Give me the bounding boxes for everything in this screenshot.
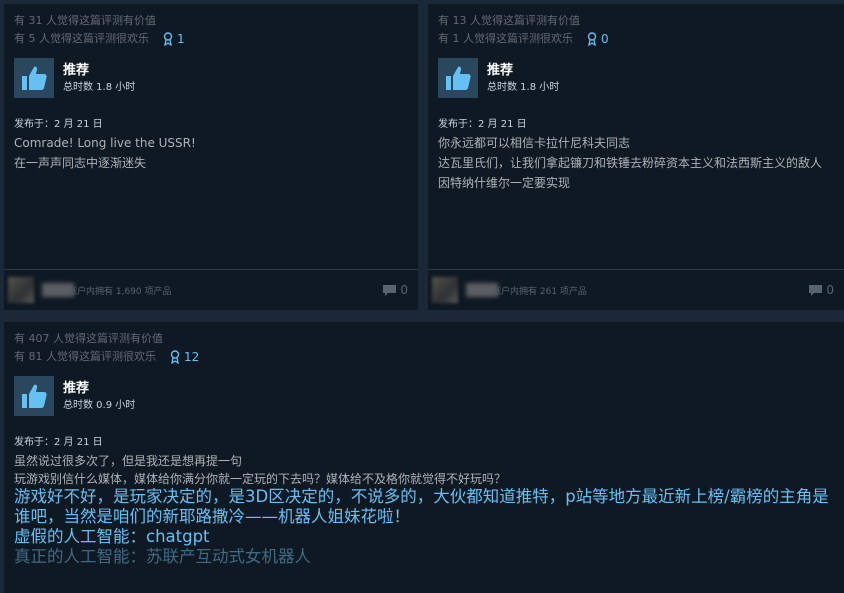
comment-count: 0: [826, 283, 834, 297]
review-card: 有 13 人觉得这篇评测有价值 有 1 人觉得这篇评测很欢乐 0 推荐 总时数 …: [428, 4, 844, 310]
thumbs-up-icon: [22, 66, 47, 90]
recommend-label[interactable]: 推荐: [63, 379, 135, 398]
comment-count: 0: [400, 283, 408, 297]
funny-count: 有 81 人觉得这篇评测很欢乐: [14, 350, 156, 363]
award-ribbon-icon: [163, 32, 173, 46]
review-card: 有 407 人觉得这篇评测有价值 有 81 人觉得这篇评测很欢乐 12 推荐 总…: [4, 322, 844, 593]
award-count: 0: [601, 32, 609, 46]
posted-date: 发布于：2 月 21 日: [438, 119, 527, 130]
reviewer-name[interactable]: [466, 283, 498, 297]
review-line: 在一声声同志中逐渐迷失: [14, 156, 147, 170]
review-highlight-faded: 真正的人工智能：苏联产互动式女机器人: [14, 547, 311, 566]
review-line: 虽然说过很多次了，但是我还是想再提一句: [14, 454, 243, 468]
review-highlight: 虚假的人工智能：chatgpt: [14, 527, 210, 546]
review-body: Comrade! Long live the USSR! 在一声声同志中逐渐迷失: [14, 133, 418, 173]
review-line: 因特纳什维尔一定要实现: [438, 176, 571, 190]
award-button[interactable]: 12: [170, 350, 199, 364]
posted-date: 发布于：2 月 21 日: [14, 119, 103, 130]
comment-bubble-icon: [383, 284, 397, 296]
thumbs-up-icon: [22, 384, 47, 408]
award-button[interactable]: 1: [163, 32, 185, 46]
reviewer-name[interactable]: [42, 283, 74, 297]
avatar[interactable]: [432, 277, 458, 303]
helpful-count: 有 31 人觉得这篇评测有价值: [14, 14, 156, 27]
products-owned: 账户内拥有 1,690 项产品: [68, 286, 172, 297]
award-ribbon-icon: [170, 350, 180, 364]
review-highlight: 游戏好不好，是玩家决定的，是3D区决定的，不说多的，大伙都知道推特，p站等地方最…: [14, 487, 829, 526]
avatar[interactable]: [8, 277, 34, 303]
comment-button[interactable]: 0: [808, 283, 834, 297]
review-body: 你永远都可以相信卡拉什尼科夫同志 达瓦里氏们，让我们拿起镰刀和铁锤去粉碎资本主义…: [438, 133, 844, 193]
recommend-thumb[interactable]: [14, 376, 54, 416]
comment-bubble-icon: [809, 284, 823, 296]
review-line: 玩游戏别信什么媒体，媒体给你满分你就一定玩的下去吗？媒体给不及格你就觉得不好玩吗…: [14, 472, 507, 486]
posted-date: 发布于：2 月 21 日: [14, 437, 103, 448]
thumbs-up-icon: [446, 66, 471, 90]
playtime-hours: 总时数 0.9 小时: [63, 399, 136, 411]
comment-button[interactable]: 0: [382, 283, 408, 297]
review-line: 你永远都可以相信卡拉什尼科夫同志: [438, 136, 631, 150]
award-ribbon-icon: [587, 32, 597, 46]
funny-count: 有 1 人觉得这篇评测很欢乐: [438, 32, 573, 45]
funny-count: 有 5 人觉得这篇评测很欢乐: [14, 32, 149, 45]
helpful-count: 有 13 人觉得这篇评测有价值: [438, 14, 580, 27]
review-body: 虽然说过很多次了，但是我还是想再提一句 玩游戏别信什么媒体，媒体给你满分你就一定…: [14, 451, 844, 487]
award-count: 12: [184, 350, 200, 364]
recommend-label[interactable]: 推荐: [63, 61, 135, 80]
playtime-hours: 总时数 1.8 小时: [63, 81, 136, 93]
review-line: Comrade! Long live the USSR!: [14, 136, 196, 150]
award-count: 1: [177, 32, 185, 46]
recommend-label[interactable]: 推荐: [487, 61, 559, 80]
review-footer: 账户内拥有 261 项产品 0: [428, 269, 844, 310]
playtime-hours: 总时数 1.8 小时: [487, 81, 560, 93]
recommend-thumb[interactable]: [438, 58, 478, 98]
products-owned: 账户内拥有 261 项产品: [492, 286, 587, 297]
helpful-count: 有 407 人觉得这篇评测有价值: [14, 332, 163, 345]
review-line: 达瓦里氏们，让我们拿起镰刀和铁锤去粉碎资本主义和法西斯主义的敌人: [438, 156, 823, 170]
award-button[interactable]: 0: [587, 32, 609, 46]
recommend-thumb[interactable]: [14, 58, 54, 98]
review-footer: 账户内拥有 1,690 项产品 0: [4, 269, 418, 310]
review-card: 有 31 人觉得这篇评测有价值 有 5 人觉得这篇评测很欢乐 1 推荐 总时数 …: [4, 4, 418, 310]
